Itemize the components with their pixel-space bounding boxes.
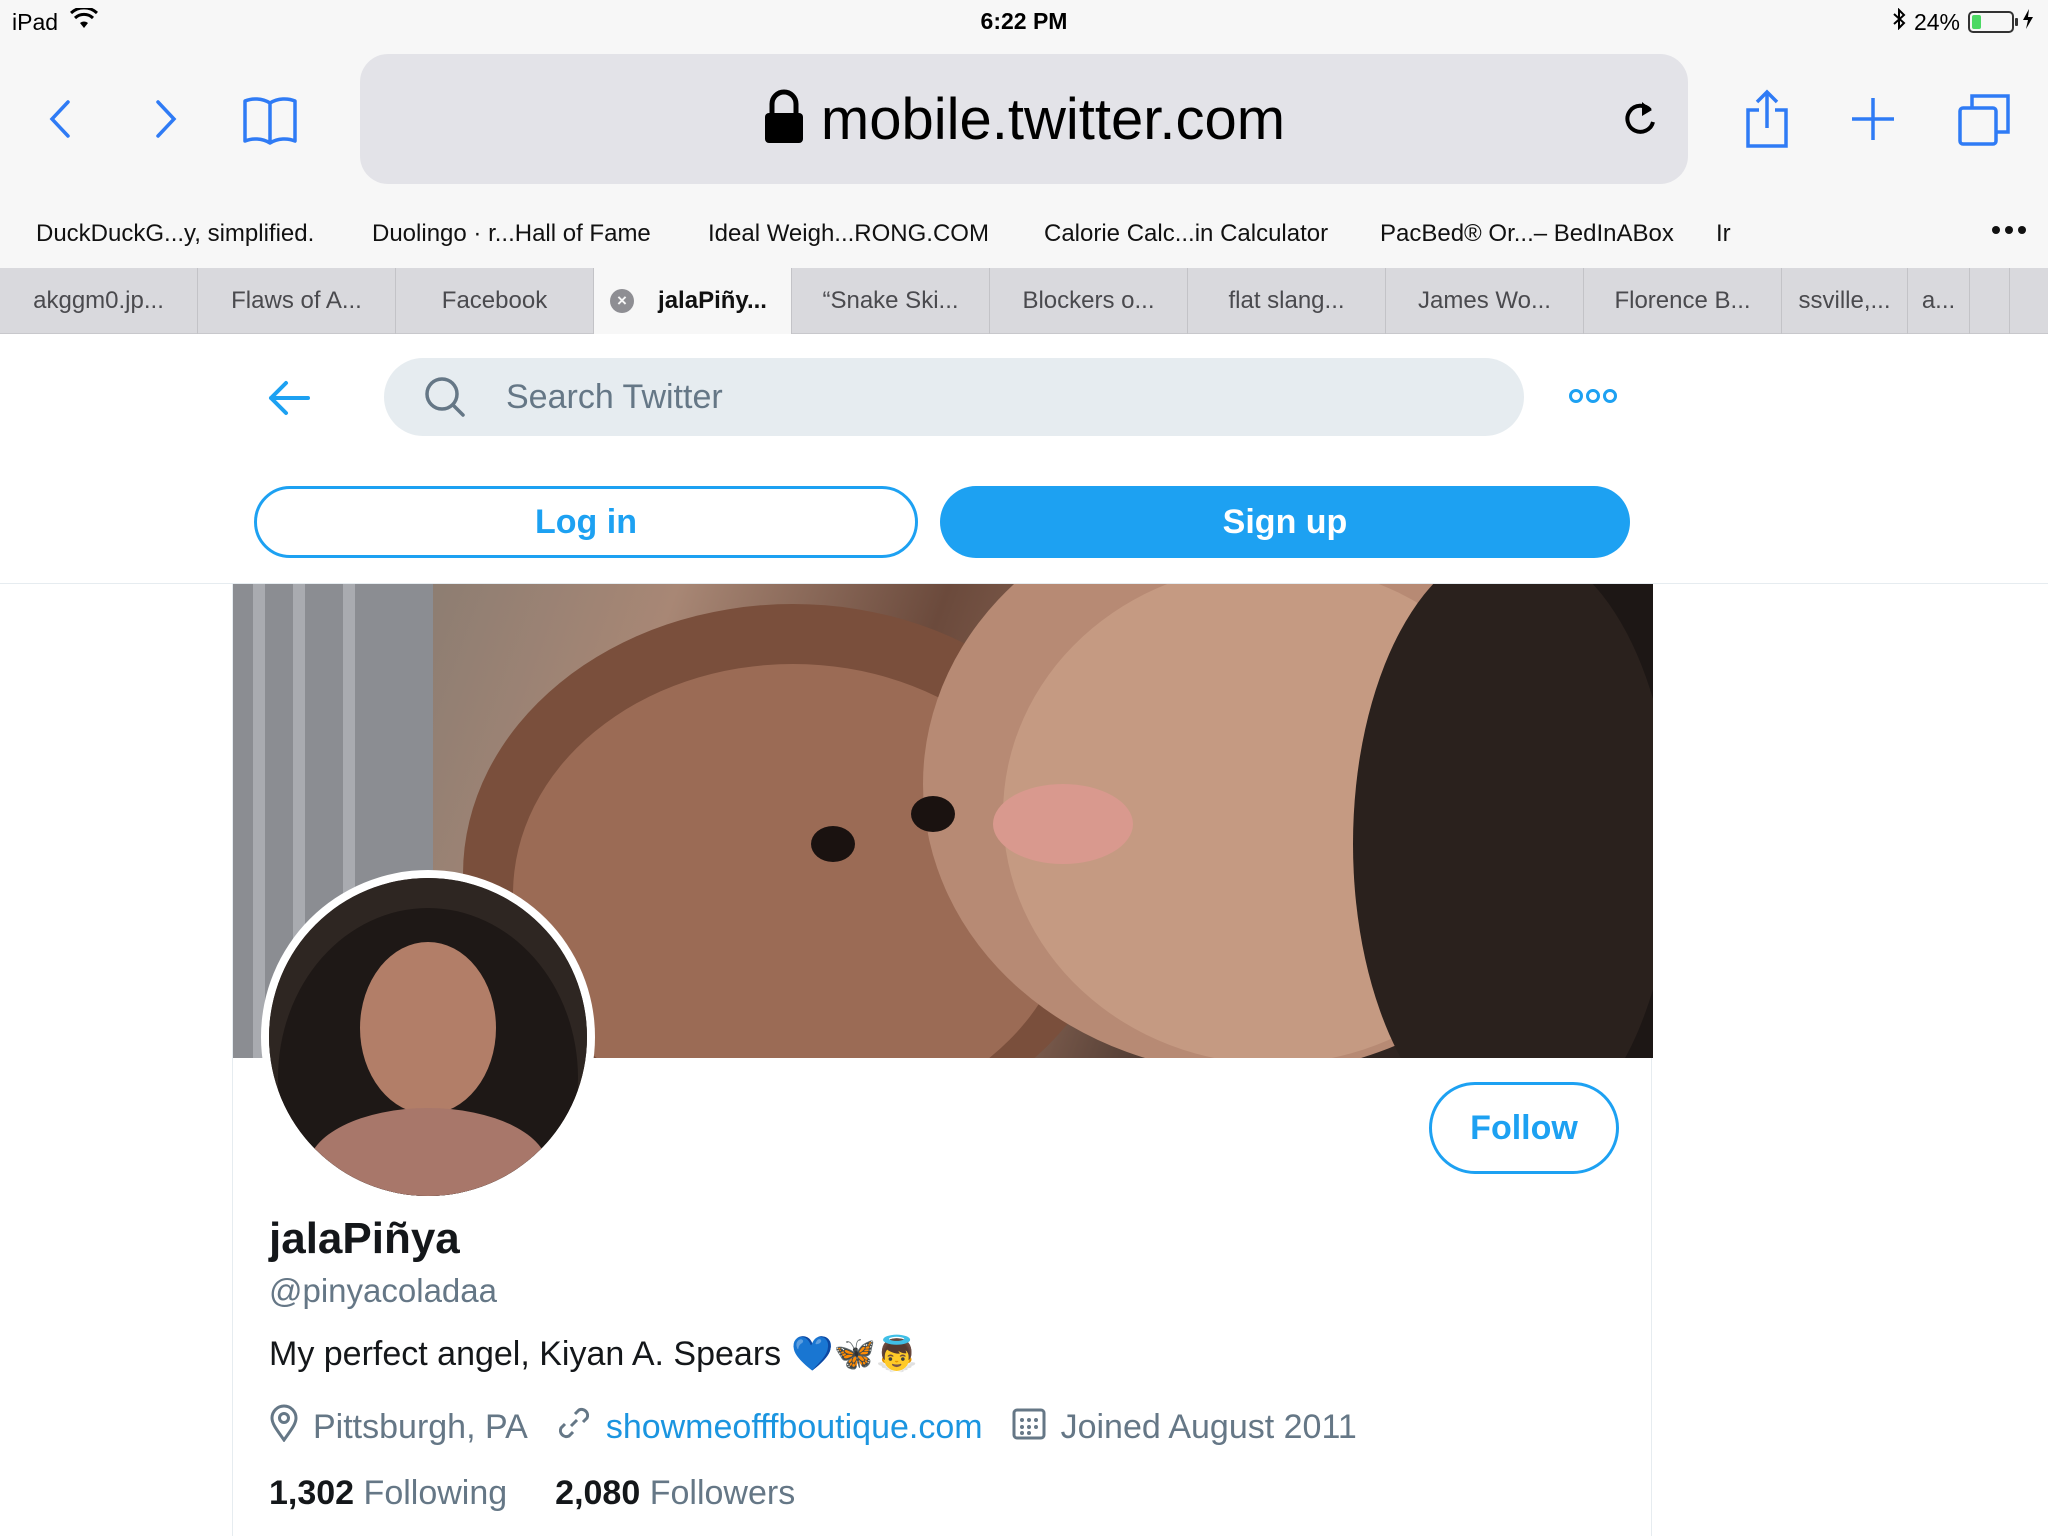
share-icon[interactable] [1742,86,1792,152]
followers-stat[interactable]: 2,080 Followers [555,1474,795,1513]
twitter-header: Search Twitter Log in Sign up [0,334,2048,584]
tab-label: Flaws of A... [231,287,362,314]
calendar-icon [1011,1405,1047,1450]
profile-meta: Pittsburgh, PA showmeofffboutique.com Jo… [269,1404,1385,1451]
search-icon [424,376,466,423]
browser-tab[interactable] [1970,268,2010,334]
tab-label: James Wo... [1418,287,1551,314]
bookmarks-icon[interactable] [240,92,300,148]
back-arrow-icon[interactable] [266,378,312,423]
browser-tab[interactable]: “Snake Ski... [792,268,990,334]
profile-handle: @pinyacoladaa [269,1272,497,1309]
follow-button[interactable]: Follow [1429,1082,1619,1174]
browser-tab[interactable]: akggm0.jp... [0,268,198,334]
tab-label: flat slang... [1228,287,1345,314]
close-tab-icon[interactable]: × [610,289,634,313]
tab-label: ssville,... [1798,287,1891,314]
browser-tab[interactable]: ssville,... [1782,268,1908,334]
url-text: mobile.twitter.com [820,86,1286,152]
tab-label: a... [1921,287,1956,314]
battery-percent: 24% [1913,8,1960,35]
avatar[interactable] [261,870,595,1204]
bookmark-item[interactable]: Calorie Calc...in Calculator [1044,220,1328,248]
bio-emoji: 💙🦋👼 [791,1335,919,1373]
back-icon[interactable] [40,94,80,144]
tab-label: akggm0.jp... [33,287,164,314]
tabs-icon[interactable] [1956,92,2012,148]
reload-icon[interactable] [1620,94,1660,147]
bookmark-item[interactable]: PacBed® Or...– BedInABox [1380,220,1674,248]
search-input[interactable]: Search Twitter [384,358,1524,436]
login-button[interactable]: Log in [254,486,918,558]
website-item: showmeofffboutique.com [556,1405,983,1450]
profile-stats: 1,302 Following 2,080 Followers [269,1474,795,1513]
charging-icon [2022,8,2034,36]
bluetooth-icon [1892,7,1906,36]
new-tab-icon[interactable] [1848,94,1898,144]
browser-toolbar: mobile.twitter.com [0,44,2048,200]
profile-bio: My perfect angel, Kiyan A. Spears 💙🦋👼 [269,1334,918,1374]
browser-tab[interactable]: James Wo... [1386,268,1584,334]
following-count: 1,302 [269,1474,355,1512]
search-placeholder: Search Twitter [506,378,723,416]
location-item: Pittsburgh, PA [269,1404,528,1451]
forward-icon[interactable] [146,94,186,144]
bio-text: My perfect angel, Kiyan A. Spears [269,1334,782,1373]
clock: 6:22 PM [980,8,1068,34]
bookmark-item[interactable]: DuckDuckG...y, simplified. [36,220,314,248]
link-icon [556,1405,592,1450]
joined-text: Joined August 2011 [1060,1408,1357,1446]
tab-strip: akggm0.jp... Flaws of A... Facebook × ja… [0,268,2048,334]
location-pin-icon [269,1404,299,1451]
followers-count: 2,080 [555,1474,641,1512]
website-link[interactable]: showmeofffboutique.com [606,1408,983,1447]
followers-label: Followers [649,1474,796,1512]
status-bar: iPad 6:22 PM 24% [0,0,2048,44]
signup-button[interactable]: Sign up [940,486,1630,558]
tab-label: jalaPiñy... [658,287,767,314]
browser-tab[interactable]: Facebook [396,268,594,334]
browser-tab[interactable]: Florence B... [1584,268,1782,334]
tab-label: Florence B... [1614,287,1751,314]
browser-tab-active[interactable]: × jalaPiñy... [594,268,792,334]
following-stat[interactable]: 1,302 Following [269,1474,507,1513]
browser-tab[interactable]: flat slang... [1188,268,1386,334]
tab-label: Blockers o... [1022,287,1155,314]
bookmarks-bar: DuckDuckG...y, simplified. Duolingo · r.… [0,200,2048,270]
more-options-icon[interactable] [1568,386,1618,411]
bookmark-item[interactable]: Duolingo · r...Hall of Fame [372,220,651,248]
location-text: Pittsburgh, PA [313,1408,528,1446]
profile-card: Follow jalaPiñya @pinyacoladaa My perfec… [232,584,1653,1536]
avatar-image [269,878,587,1196]
browser-tab[interactable]: Blockers o... [990,268,1188,334]
battery-icon [1968,11,2018,33]
address-bar[interactable]: mobile.twitter.com [360,54,1688,184]
browser-tab[interactable]: a... [1908,268,1970,334]
lock-icon [763,89,805,150]
tab-label: “Snake Ski... [822,287,959,314]
following-label: Following [363,1474,508,1512]
bookmark-item[interactable]: Ir [1716,220,1731,248]
tab-label: Facebook [441,287,548,314]
profile-name: jalaPiñya [269,1214,460,1263]
bookmark-item[interactable]: Ideal Weigh...RONG.COM [708,220,989,248]
browser-tab[interactable]: Flaws of A... [198,268,396,334]
more-bookmarks-icon[interactable] [1992,226,2026,234]
joined-item: Joined August 2011 [1011,1405,1357,1450]
